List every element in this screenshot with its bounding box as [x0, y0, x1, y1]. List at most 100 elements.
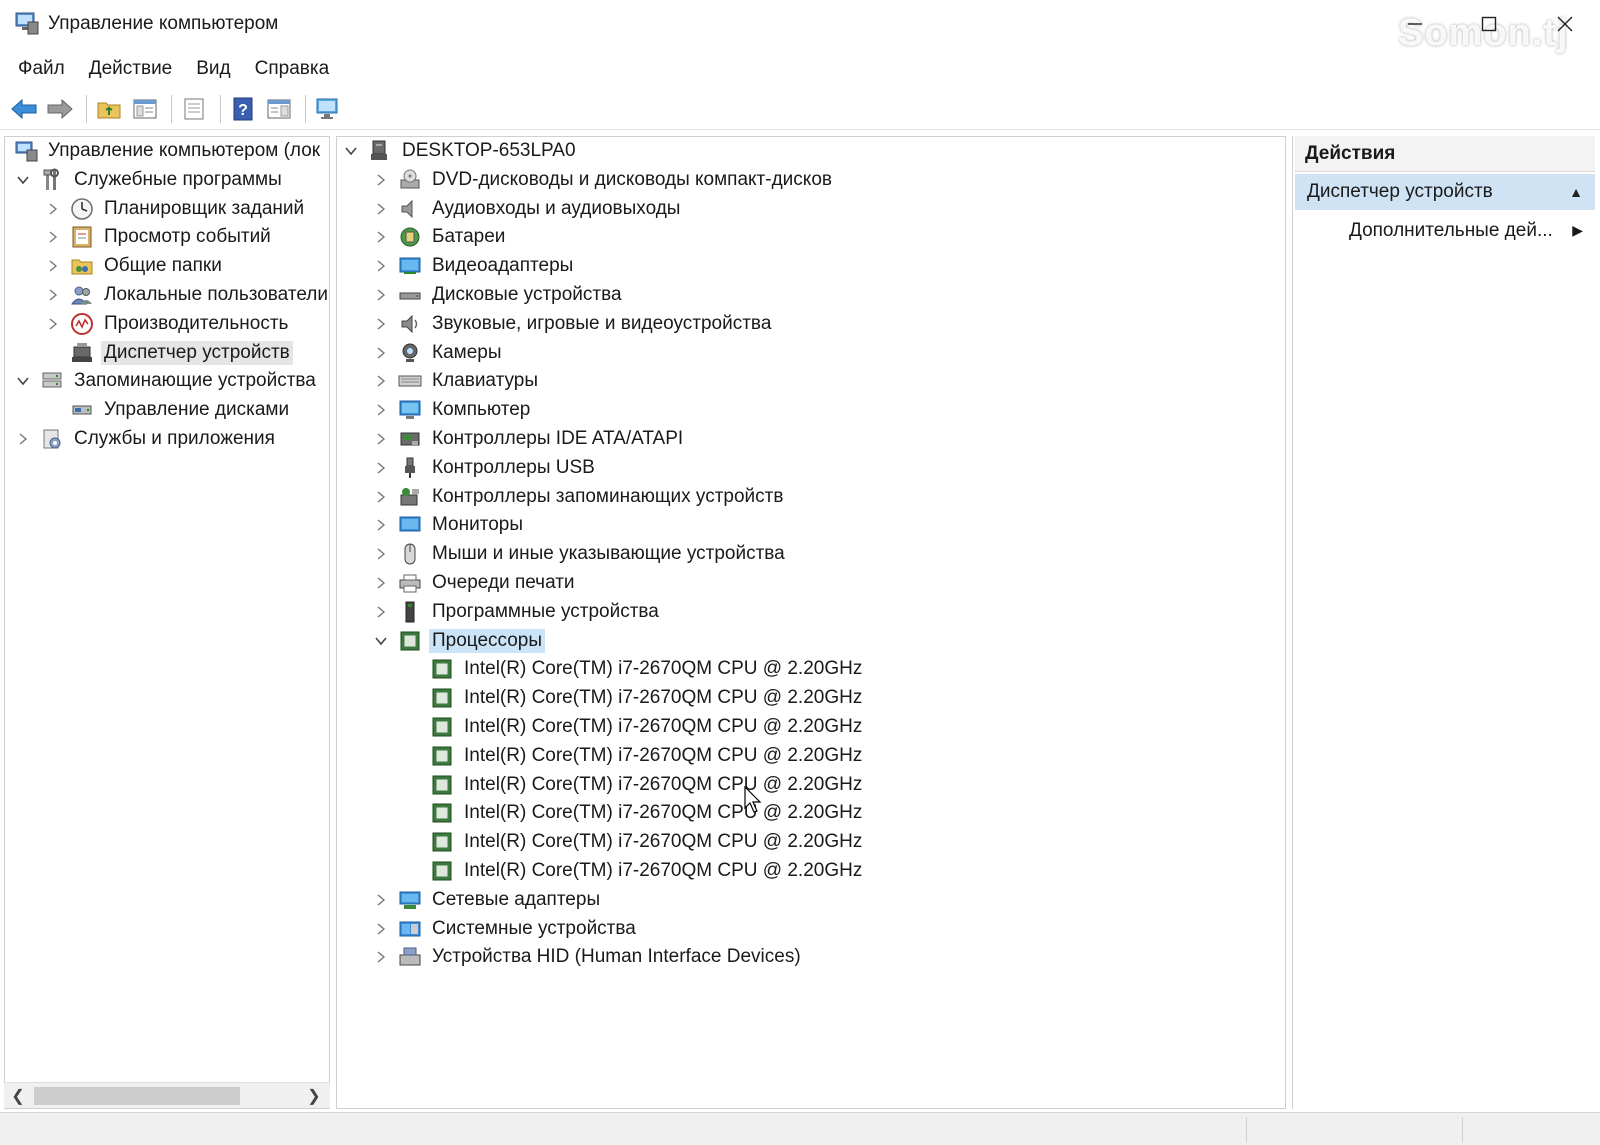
collapse-chevron-icon[interactable] [371, 400, 391, 420]
menu-help[interactable]: Справка [247, 54, 338, 84]
console-tree-item[interactable]: Диспетчер устройств [43, 339, 293, 367]
processor-item[interactable]: Intel(R) Core(TM) i7-2670QM CPU @ 2.20GH… [423, 771, 865, 799]
display-adapter-icon [397, 254, 423, 278]
processor-item[interactable]: Intel(R) Core(TM) i7-2670QM CPU @ 2.20GH… [423, 655, 865, 683]
maximize-button[interactable] [1466, 8, 1512, 40]
device-category[interactable]: Клавиатуры [371, 367, 541, 395]
device-category[interactable]: Мониторы [371, 511, 526, 539]
collapse-chevron-icon[interactable] [371, 256, 391, 276]
expand-chevron-icon[interactable] [341, 141, 361, 161]
collapse-chevron-icon[interactable] [371, 515, 391, 535]
back-arrow-icon[interactable] [8, 93, 40, 125]
show-hide-tree-icon[interactable] [129, 93, 161, 125]
help-icon[interactable]: ? [227, 93, 259, 125]
menu-bar: Файл Действие Вид Справка [0, 52, 1600, 86]
collapse-chevron-icon[interactable] [371, 170, 391, 190]
device-category[interactable]: Устройства HID (Human Interface Devices) [371, 943, 804, 971]
collapse-chevron-icon[interactable] [371, 487, 391, 507]
device-category[interactable]: Программные устройства [371, 598, 662, 626]
device-category[interactable]: Компьютер [371, 396, 533, 424]
collapse-chevron-icon[interactable] [371, 199, 391, 219]
device-category[interactable]: Процессоры [371, 627, 546, 655]
collapse-chevron-icon[interactable] [371, 458, 391, 478]
device-category[interactable]: Аудиовходы и аудиовыходы [371, 195, 683, 223]
scroll-left-icon[interactable]: ❮ [8, 1086, 28, 1106]
device-category[interactable]: Звуковые, игровые и видеоустройства [371, 310, 774, 338]
mouse-icon [397, 542, 423, 566]
processor-item[interactable]: Intel(R) Core(TM) i7-2670QM CPU @ 2.20GH… [423, 828, 865, 856]
processor-icon [429, 801, 455, 825]
scroll-right-icon[interactable]: ❯ [304, 1086, 324, 1106]
console-tree-item[interactable]: Управление дисками [43, 396, 292, 424]
collapse-chevron-icon[interactable] [371, 947, 391, 967]
processor-item[interactable]: Intel(R) Core(TM) i7-2670QM CPU @ 2.20GH… [423, 857, 865, 885]
device-category[interactable]: Контроллеры USB [371, 454, 598, 482]
device-category[interactable]: Мыши и иные указывающие устройства [371, 540, 788, 568]
ide-controller-icon [397, 427, 423, 451]
device-category[interactable]: Системные устройства [371, 915, 639, 943]
console-tree-item[interactable]: Запоминающие устройства [13, 367, 319, 395]
forward-arrow-icon[interactable] [44, 93, 76, 125]
collapse-chevron-icon[interactable] [43, 256, 63, 276]
up-folder-icon[interactable] [93, 93, 125, 125]
action-pane-icon[interactable] [263, 93, 295, 125]
minimize-button[interactable] [1392, 8, 1438, 40]
collapse-chevron-icon[interactable] [371, 371, 391, 391]
collapse-triangle-icon[interactable]: ▲ [1569, 184, 1583, 200]
scrollbar-thumb[interactable] [34, 1087, 240, 1105]
console-tree-item[interactable]: Производительность [43, 310, 291, 338]
collapse-chevron-icon[interactable] [371, 544, 391, 564]
collapse-chevron-icon[interactable] [371, 573, 391, 593]
collapse-chevron-icon[interactable] [43, 199, 63, 219]
menu-view[interactable]: Вид [188, 54, 238, 84]
collapse-chevron-icon[interactable] [13, 429, 33, 449]
menu-file[interactable]: Файл [10, 54, 73, 84]
menu-action[interactable]: Действие [81, 54, 181, 84]
console-tree-item[interactable]: Просмотр событий [43, 223, 274, 251]
device-category[interactable]: Очереди печати [371, 569, 578, 597]
collapse-chevron-icon[interactable] [43, 314, 63, 334]
collapse-chevron-icon[interactable] [371, 343, 391, 363]
console-tree-item[interactable]: Планировщик заданий [43, 195, 307, 223]
collapse-chevron-icon[interactable] [371, 602, 391, 622]
device-tree-root[interactable]: DESKTOP-653LPA0 [341, 137, 579, 165]
collapse-chevron-icon[interactable] [43, 227, 63, 247]
collapse-chevron-icon[interactable] [371, 227, 391, 247]
expand-chevron-icon[interactable] [13, 371, 33, 391]
collapse-chevron-icon[interactable] [371, 285, 391, 305]
collapse-chevron-icon[interactable] [371, 890, 391, 910]
processor-label: Intel(R) Core(TM) i7-2670QM CPU @ 2.20GH… [464, 831, 863, 853]
horizontal-scrollbar[interactable]: ❮ ❯ [4, 1082, 330, 1108]
processor-item[interactable]: Intel(R) Core(TM) i7-2670QM CPU @ 2.20GH… [423, 713, 865, 741]
expand-chevron-icon[interactable] [371, 631, 391, 651]
console-tree-item[interactable]: Локальные пользователи [43, 281, 329, 309]
console-tree-item[interactable]: Службы и приложения [13, 425, 278, 453]
submenu-arrow-icon: ▶ [1572, 222, 1583, 238]
collapse-chevron-icon[interactable] [371, 429, 391, 449]
device-category-label: Компьютер [432, 399, 531, 421]
console-tree-item[interactable]: Управление компьютером (лок [7, 137, 323, 165]
properties-icon[interactable] [178, 93, 210, 125]
scan-hardware-icon[interactable] [312, 93, 344, 125]
device-category[interactable]: Батареи [371, 223, 508, 251]
collapse-chevron-icon[interactable] [371, 314, 391, 334]
device-category[interactable]: DVD-дисководы и дисководы компакт-дисков [371, 166, 835, 194]
device-category[interactable]: Видеоадаптеры [371, 252, 576, 280]
device-category[interactable]: Дисковые устройства [371, 281, 625, 309]
device-category[interactable]: Камеры [371, 339, 505, 367]
collapse-chevron-icon[interactable] [43, 285, 63, 305]
processor-item[interactable]: Intel(R) Core(TM) i7-2670QM CPU @ 2.20GH… [423, 799, 865, 827]
device-category[interactable]: Сетевые адаптеры [371, 886, 603, 914]
sound-icon [397, 312, 423, 336]
console-tree-item[interactable]: Общие папки [43, 252, 225, 280]
device-category[interactable]: Контроллеры запоминающих устройств [371, 483, 786, 511]
expand-chevron-icon[interactable] [13, 170, 33, 190]
actions-section-device-manager[interactable]: Диспетчер устройств ▲ [1295, 174, 1595, 210]
processor-item[interactable]: Intel(R) Core(TM) i7-2670QM CPU @ 2.20GH… [423, 684, 865, 712]
close-button[interactable] [1542, 8, 1588, 40]
console-tree-item[interactable]: Служебные программы [13, 166, 285, 194]
more-actions-item[interactable]: Дополнительные дей... ▶ [1295, 214, 1595, 248]
device-category[interactable]: Контроллеры IDE ATA/ATAPI [371, 425, 686, 453]
processor-item[interactable]: Intel(R) Core(TM) i7-2670QM CPU @ 2.20GH… [423, 742, 865, 770]
collapse-chevron-icon[interactable] [371, 919, 391, 939]
